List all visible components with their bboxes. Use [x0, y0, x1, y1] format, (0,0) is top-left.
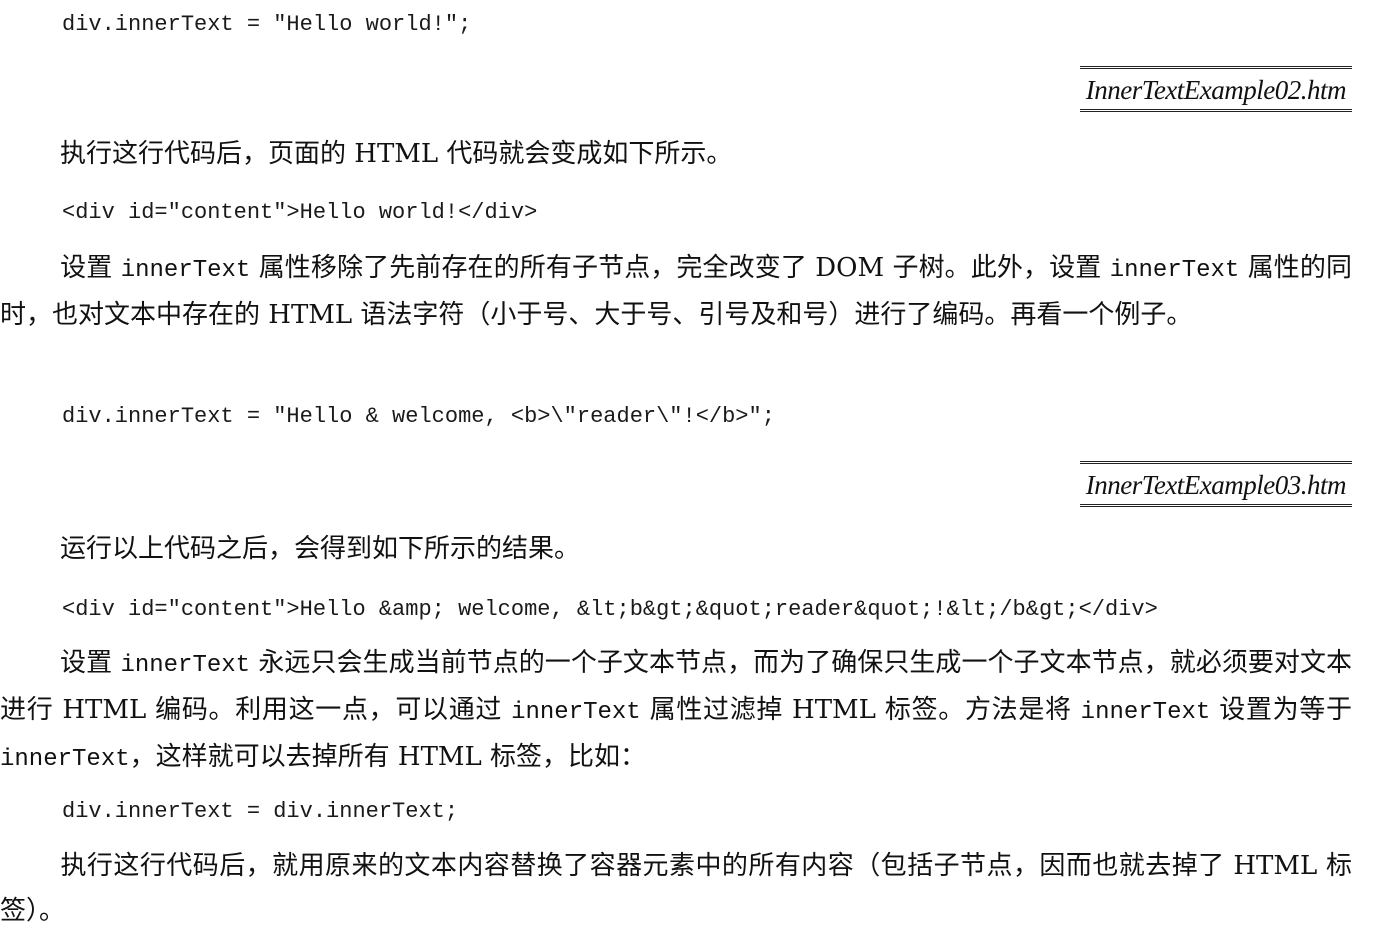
paragraph-2-code-2: innerText [1109, 257, 1240, 284]
paragraph-4-code-3: innerText [1080, 699, 1211, 726]
paragraph-4-code-1: innerText [120, 652, 251, 679]
paragraph-5: 执行这行代码后，就用原来的文本内容替换了容器元素中的所有内容（包括子节点，因而也… [0, 844, 1352, 934]
paragraph-3: 运行以上代码之后，会得到如下所示的结果。 [0, 527, 1352, 572]
paragraph-1-text: 执行这行代码后，页面的 HTML 代码就会变成如下所示。 [60, 139, 733, 169]
filename-box-1: InnerTextExample02.htm [1079, 66, 1352, 112]
paragraph-1: 执行这行代码后，页面的 HTML 代码就会变成如下所示。 [0, 132, 1352, 177]
filename-label-1: InnerTextExample02.htm [1085, 75, 1347, 105]
code-line-1: div.innerText = "Hello world!"; [62, 12, 472, 37]
code-line-5: div.innerText = div.innerText; [62, 799, 459, 824]
paragraph-5-text: 执行这行代码后，就用原来的文本内容替换了容器元素中的所有内容（包括子节点，因而也… [0, 851, 1352, 926]
filename-label-2: InnerTextExample03.htm [1085, 470, 1347, 500]
filename-box-2: InnerTextExample03.htm [1079, 461, 1352, 507]
code-line-3: div.innerText = "Hello & welcome, <b>\"r… [62, 404, 775, 429]
paragraph-4-text-3: 属性过滤掉 HTML 标签。方法是将 [640, 695, 1081, 725]
paragraph-3-text: 运行以上代码之后，会得到如下所示的结果。 [60, 534, 581, 564]
paragraph-4-text-4: 设置为等于 [1210, 695, 1352, 725]
paragraph-2: 设置 innerText 属性移除了先前存在的所有子节点，完全改变了 DOM 子… [0, 246, 1352, 338]
code-line-2: <div id="content">Hello world!</div> [62, 200, 538, 225]
paragraph-4-text-5: ，这样就可以去掉所有 HTML 标签，比如： [129, 742, 647, 772]
paragraph-2-code-1: innerText [120, 257, 251, 284]
paragraph-2-text-2: 属性移除了先前存在的所有子节点，完全改变了 DOM 子树。此外，设置 [250, 253, 1110, 283]
paragraph-2-text-1: 设置 [60, 253, 121, 283]
paragraph-4-text-1: 设置 [60, 648, 121, 678]
code-line-4: <div id="content">Hello &amp; welcome, &… [62, 597, 1158, 622]
paragraph-4: 设置 innerText 永远只会生成当前节点的一个子文本节点，而为了确保只生成… [0, 641, 1352, 782]
paragraph-4-code-2: innerText [511, 699, 641, 726]
paragraph-4-code-4: innerText [0, 746, 130, 773]
